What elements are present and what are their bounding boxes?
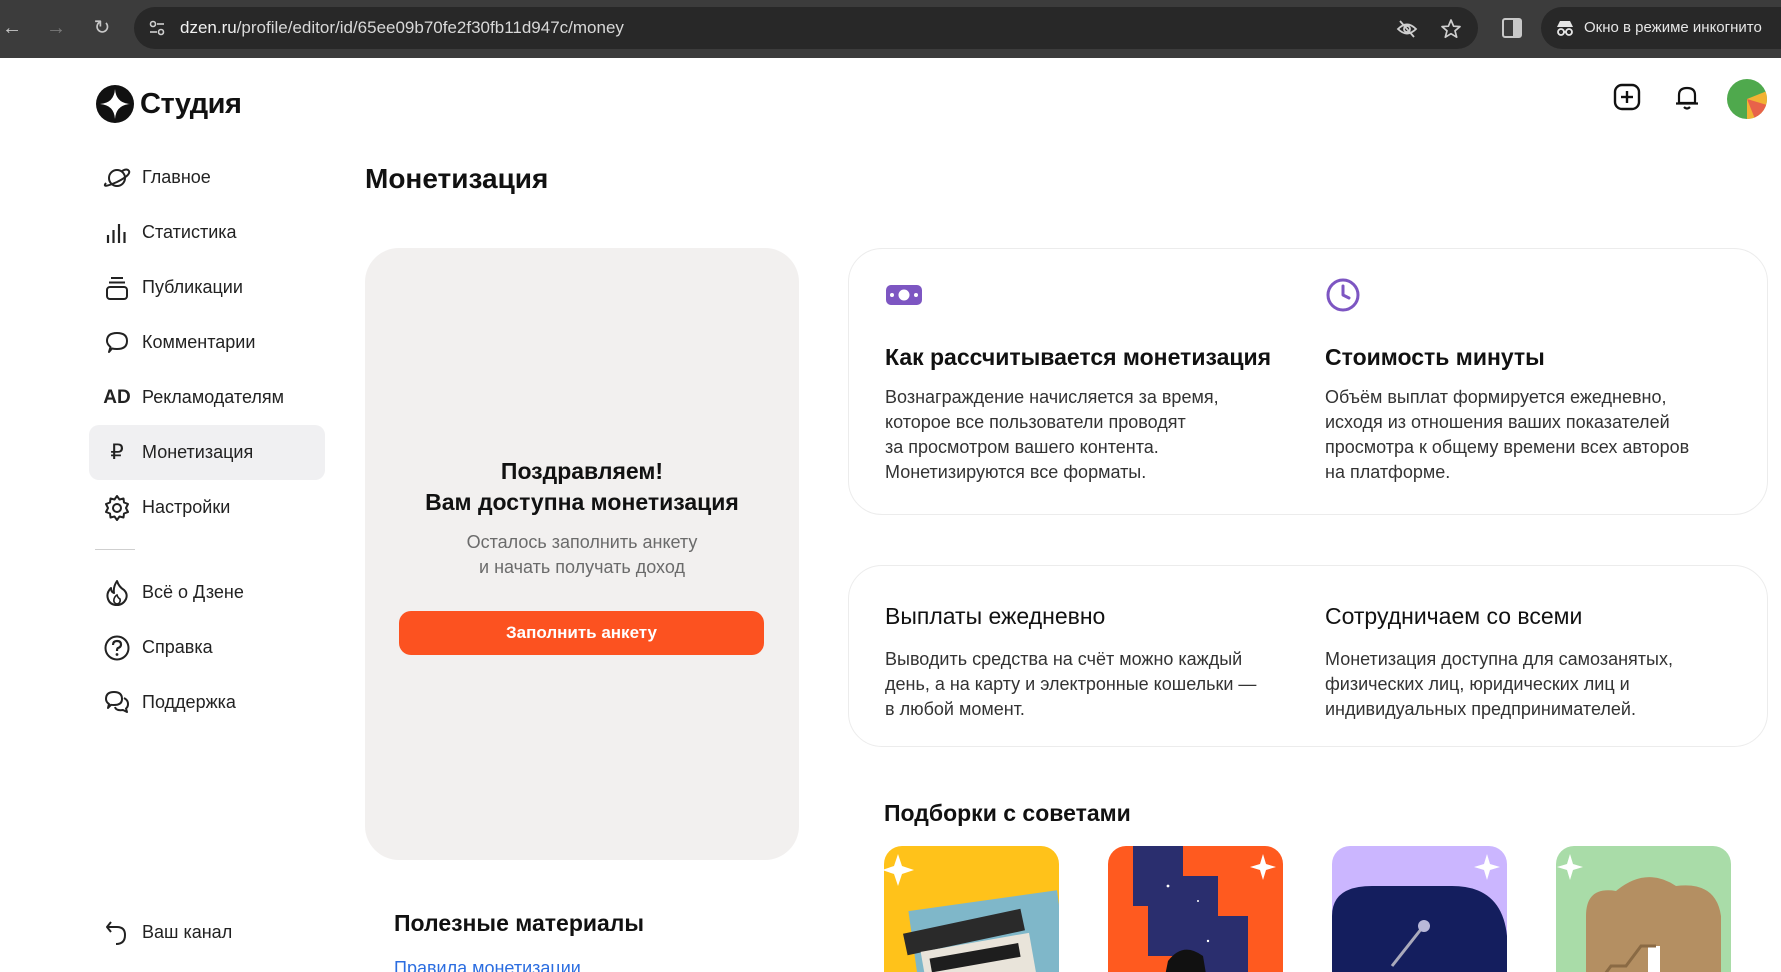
incognito-indicator[interactable]: Окно в режиме инкогнито <box>1541 7 1781 49</box>
avatar[interactable] <box>1727 79 1767 119</box>
sidebar-item-support[interactable]: Поддержка <box>89 675 325 730</box>
sidebar-divider <box>95 549 135 550</box>
promo-title: Поздравляем! Вам доступна монетизация <box>425 458 739 515</box>
ad-icon: AD <box>103 386 131 408</box>
url-text[interactable]: dzen.ru/profile/editor/id/65ee09b70fe2f3… <box>180 18 624 38</box>
tip-card-space[interactable] <box>1108 846 1283 972</box>
sidebar-item-label: Настройки <box>142 497 231 517</box>
sidebar-item-main[interactable]: Главное <box>89 150 325 205</box>
tips-section-title: Подборки с советами <box>884 800 1131 826</box>
tip-card-film[interactable] <box>884 846 1059 972</box>
stack-icon <box>102 273 132 303</box>
payouts-info-card: Выплаты ежедневно Выводить средства на с… <box>848 565 1768 747</box>
sidebar-item-label: Рекламодателям <box>142 387 285 407</box>
bell-icon[interactable] <box>1672 82 1702 112</box>
sidebar-item-label: Справка <box>142 637 213 657</box>
info-title: Выплаты ежедневно <box>885 603 1106 629</box>
tips-carousel <box>884 846 1748 972</box>
sidebar-item-advertisers[interactable]: AD Рекламодателям <box>89 370 325 425</box>
info-title: Как рассчитывается монетизация <box>885 344 1272 370</box>
sidebar-item-monetization[interactable]: ₽ Монетизация <box>89 425 325 480</box>
planet-icon <box>102 163 132 193</box>
gear-icon <box>102 493 132 523</box>
tip-card-microphone[interactable] <box>1332 846 1507 972</box>
back-icon[interactable]: ← <box>0 14 26 42</box>
reload-icon[interactable]: ↻ <box>88 14 116 42</box>
info-title: Сотрудничаем со всеми <box>1325 603 1583 629</box>
info-text: Монетизация доступна для самозанятых, фи… <box>1325 649 1673 719</box>
page-title: Монетизация <box>365 163 549 194</box>
sidebar-item-help[interactable]: Справка <box>89 620 325 675</box>
monetization-promo-card: Поздравляем! Вам доступна монетизация Ос… <box>365 248 799 860</box>
monetization-info-card: Как рассчитывается монетизация Вознаграж… <box>848 248 1768 515</box>
sidebar-item-label: Поддержка <box>142 692 236 712</box>
bookmark-star-icon[interactable] <box>1440 18 1462 40</box>
forward-icon[interactable]: → <box>42 14 70 42</box>
tip-card-stairs[interactable] <box>1556 846 1731 972</box>
eye-off-icon[interactable] <box>1396 18 1418 40</box>
sidebar-item-your-channel[interactable]: Ваш канал <box>89 905 325 960</box>
info-title: Стоимость минуты <box>1325 344 1545 370</box>
sidebar-item-label: Ваш канал <box>142 922 233 942</box>
sidebar-item-label: Всё о Дзене <box>142 582 244 602</box>
support-chat-icon <box>102 688 132 718</box>
ruble-icon: ₽ <box>110 441 124 464</box>
sidebar-item-publications[interactable]: Публикации <box>89 260 325 315</box>
dzen-logo-icon <box>96 85 134 123</box>
info-text: Вознаграждение начисляется за время, кот… <box>885 387 1219 482</box>
fill-form-button[interactable]: Заполнить анкету <box>399 611 764 655</box>
clock-icon <box>1326 278 1360 312</box>
sidebar-item-label: Комментарии <box>142 332 256 352</box>
info-text: Объём выплат формируется ежедневно, исхо… <box>1325 387 1690 482</box>
sidebar-item-label: Монетизация <box>142 442 254 462</box>
sidebar-item-about-dzen[interactable]: Всё о Дзене <box>89 565 325 620</box>
site-settings-icon[interactable] <box>148 19 166 37</box>
sidebar-item-label: Статистика <box>142 222 237 242</box>
logo-text: Студия <box>140 87 242 120</box>
monetization-rules-link[interactable]: Правила монетизации <box>394 958 581 972</box>
create-plus-icon[interactable] <box>1612 82 1642 112</box>
promo-subtitle: Осталось заполнить анкету и начать получ… <box>466 532 698 577</box>
side-panel-icon[interactable] <box>1502 18 1522 38</box>
info-column-minute-cost: Стоимость минуты Объём выплат формируетс… <box>1325 277 1735 485</box>
bar-chart-icon <box>102 218 132 248</box>
sidebar-item-label: Публикации <box>142 277 243 297</box>
help-icon <box>102 633 132 663</box>
browser-toolbar: ← → ↻ dzen.ru/profile/editor/id/65ee09b7… <box>0 0 1781 58</box>
useful-materials-title: Полезные материалы <box>394 910 645 936</box>
comment-icon <box>102 328 132 358</box>
sidebar-item-label: Главное <box>142 167 211 187</box>
flame-icon <box>102 578 132 608</box>
info-column-calculation: Как рассчитывается монетизация Вознаграж… <box>885 281 1295 485</box>
money-icon <box>886 285 922 305</box>
sidebar-item-statistics[interactable]: Статистика <box>89 205 325 260</box>
sidebar-item-comments[interactable]: Комментарии <box>89 315 325 370</box>
info-column-daily-payouts: Выплаты ежедневно Выводить средства на с… <box>885 603 1295 722</box>
studio-logo[interactable]: Студия <box>96 85 242 123</box>
info-column-cooperation: Сотрудничаем со всеми Монетизация доступ… <box>1325 603 1735 722</box>
incognito-label: Окно в режиме инкогнито <box>1584 19 1762 36</box>
info-text: Выводить средства на счёт можно каждый д… <box>885 649 1257 719</box>
sidebar-item-settings[interactable]: Настройки <box>89 480 325 535</box>
incognito-icon <box>1557 21 1573 36</box>
address-bar[interactable]: dzen.ru/profile/editor/id/65ee09b70fe2f3… <box>134 7 1478 49</box>
back-arrow-icon <box>102 918 132 948</box>
